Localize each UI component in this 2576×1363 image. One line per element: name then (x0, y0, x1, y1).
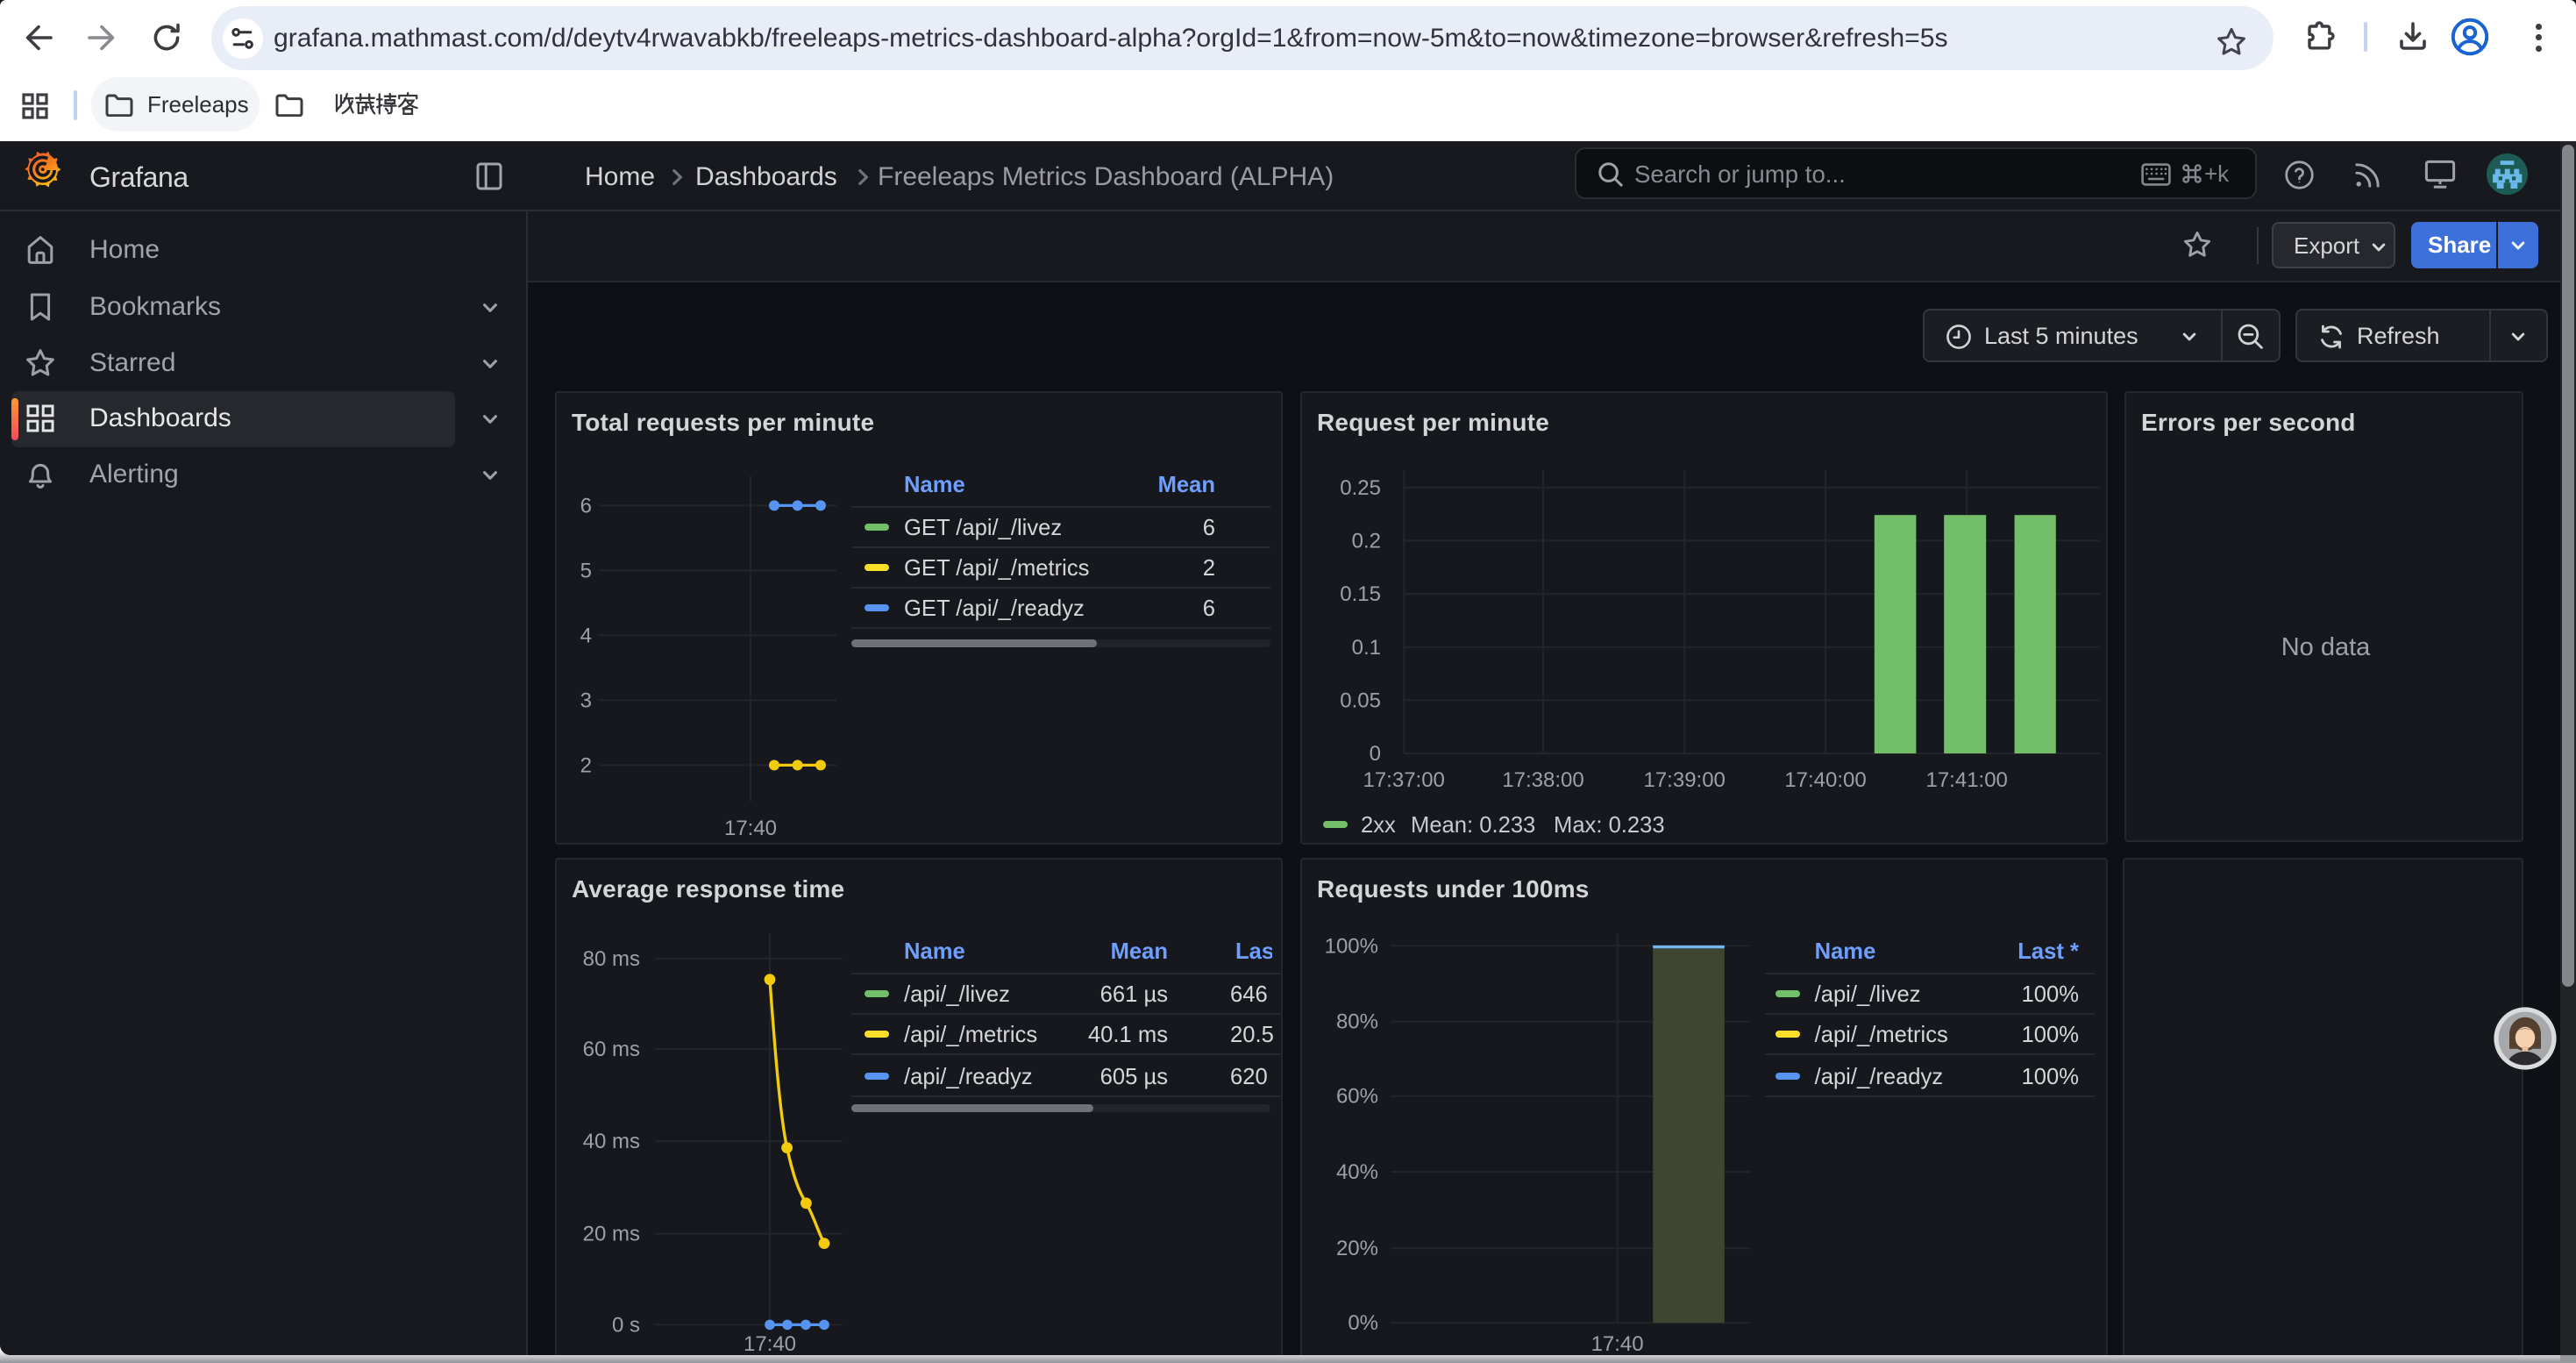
svg-text:0.2: 0.2 (1352, 529, 1381, 553)
svg-text:80%: 80% (1336, 1010, 1378, 1034)
svg-text:17:40: 17:40 (744, 1332, 796, 1355)
svg-text:2: 2 (580, 753, 592, 777)
svg-text:6: 6 (580, 494, 592, 517)
svg-text:0.05: 0.05 (1340, 689, 1381, 712)
svg-text:17:41:00: 17:41:00 (1925, 768, 2007, 792)
svg-text:20%: 20% (1336, 1237, 1378, 1260)
svg-text:4: 4 (580, 624, 592, 647)
svg-text:60%: 60% (1336, 1085, 1378, 1109)
svg-text:0.1: 0.1 (1352, 636, 1381, 660)
svg-text:17:38:00: 17:38:00 (1502, 768, 1583, 792)
svg-text:17:40: 17:40 (724, 817, 777, 840)
svg-text:100%: 100% (1325, 934, 1378, 958)
svg-text:40%: 40% (1336, 1160, 1378, 1184)
svg-text:0%: 0% (1348, 1311, 1378, 1335)
svg-text:0: 0 (1370, 742, 1381, 766)
svg-text:5: 5 (580, 559, 592, 582)
svg-text:0 s: 0 s (612, 1313, 640, 1337)
svg-text:17:40: 17:40 (1591, 1332, 1644, 1355)
svg-text:17:39:00: 17:39:00 (1643, 768, 1725, 792)
svg-text:60 ms: 60 ms (583, 1038, 640, 1061)
svg-text:80 ms: 80 ms (583, 947, 640, 971)
svg-text:0.25: 0.25 (1340, 476, 1381, 500)
svg-text:40 ms: 40 ms (583, 1130, 640, 1153)
svg-text:0.15: 0.15 (1340, 582, 1381, 606)
svg-text:3: 3 (580, 689, 592, 712)
svg-text:17:40:00: 17:40:00 (1784, 768, 1866, 792)
svg-text:17:37:00: 17:37:00 (1363, 768, 1444, 792)
svg-text:20 ms: 20 ms (583, 1223, 640, 1246)
